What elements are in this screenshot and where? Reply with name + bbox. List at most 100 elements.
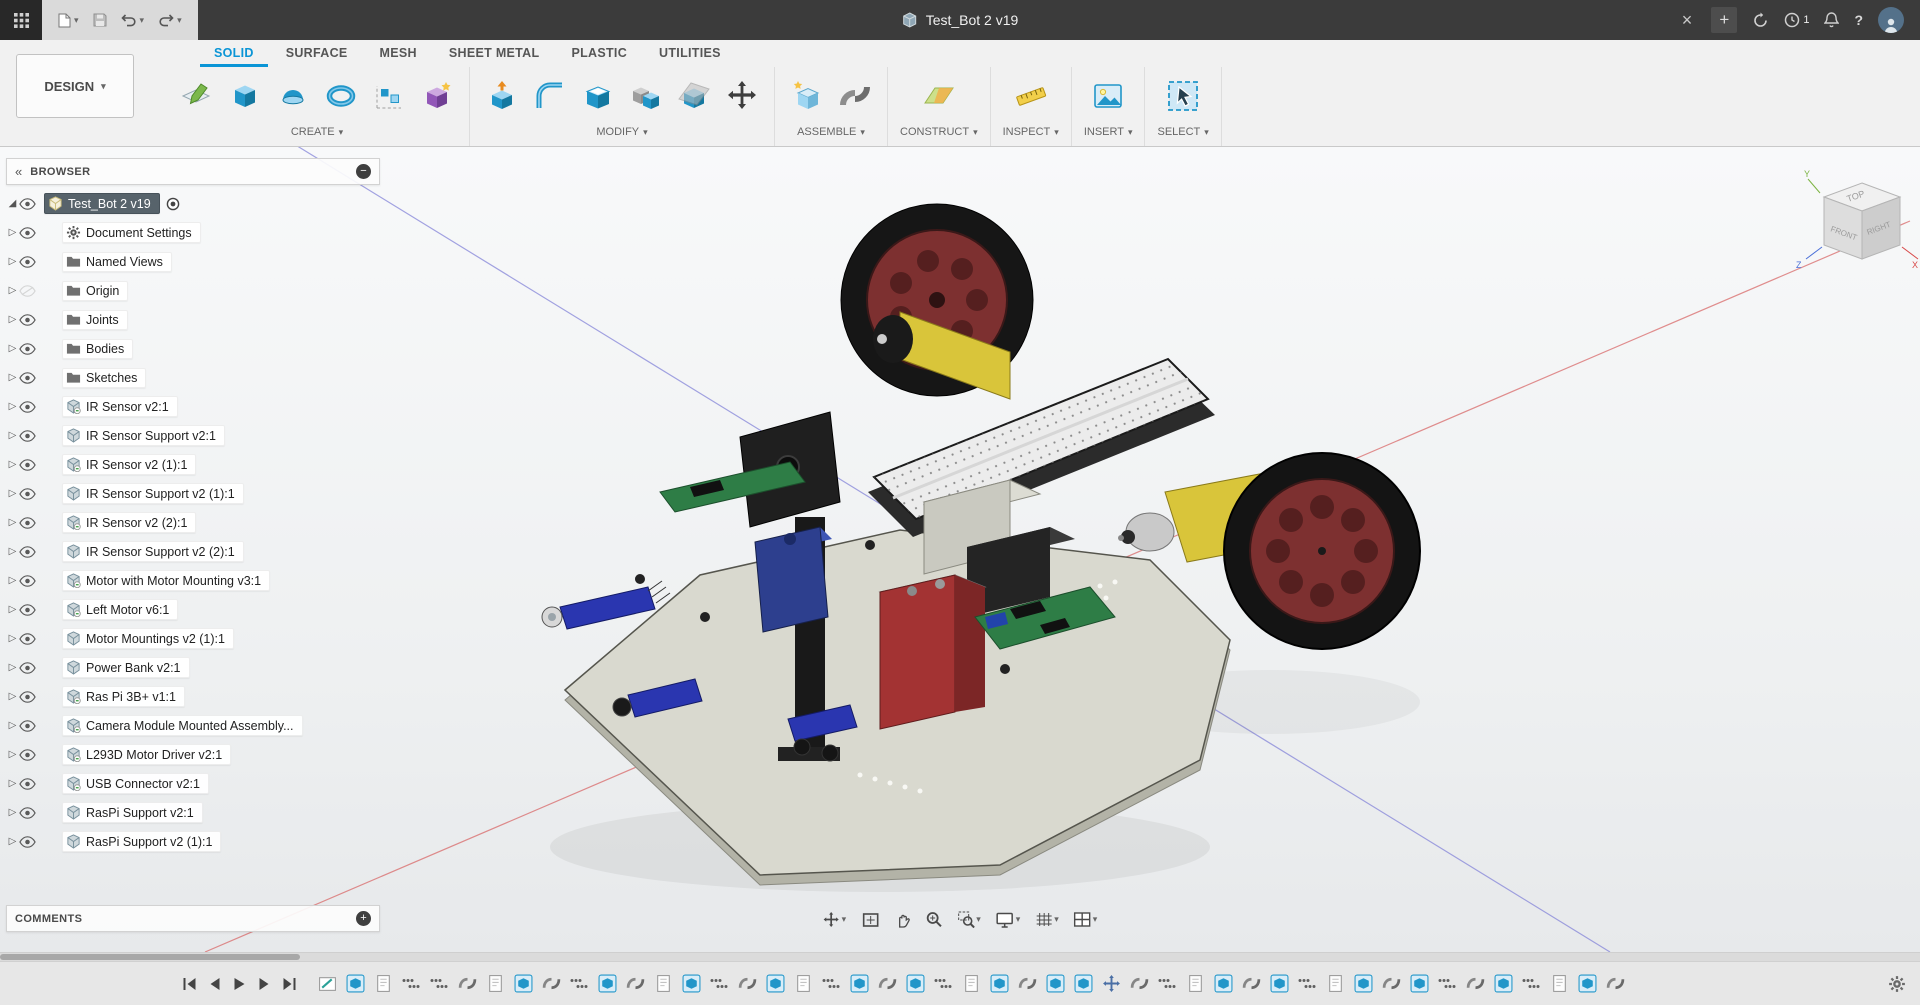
timeline-feature-component[interactable] bbox=[343, 970, 368, 998]
tab-mesh[interactable]: MESH bbox=[366, 41, 431, 67]
torus-button[interactable] bbox=[321, 74, 361, 118]
timeline-feature-page[interactable] bbox=[1183, 970, 1208, 998]
activate-component-radio[interactable] bbox=[166, 197, 180, 211]
timeline-feature-component[interactable] bbox=[763, 970, 788, 998]
expand-arrow-icon[interactable]: ▷ bbox=[6, 285, 19, 296]
visibility-eye-icon[interactable] bbox=[19, 430, 36, 442]
go-to-start-button[interactable] bbox=[178, 971, 201, 997]
timeline-feature-pattern[interactable] bbox=[1519, 970, 1544, 998]
job-status-button[interactable]: 1 bbox=[1784, 12, 1809, 28]
expand-arrow-icon[interactable]: ▷ bbox=[6, 401, 19, 412]
browser-item[interactable]: ▷Left Motor v6:1 bbox=[6, 595, 380, 624]
browser-item[interactable]: ▷RasPi Support v2 (1):1 bbox=[6, 827, 380, 856]
timeline-scrollbar[interactable] bbox=[0, 953, 1920, 962]
expand-arrow-icon[interactable]: ▷ bbox=[6, 720, 19, 731]
browser-item-label[interactable]: Left Motor v6:1 bbox=[86, 603, 169, 617]
timeline-scroll-thumb[interactable] bbox=[0, 954, 300, 960]
browser-item-label[interactable]: Motor with Motor Mounting v3:1 bbox=[86, 574, 261, 588]
measure-button[interactable] bbox=[1011, 74, 1051, 118]
visibility-eye-icon[interactable] bbox=[19, 372, 36, 384]
combine-button[interactable] bbox=[626, 74, 666, 118]
timeline-feature-joint[interactable] bbox=[1463, 970, 1488, 998]
expand-arrow-icon[interactable]: ▷ bbox=[6, 749, 19, 760]
timeline-feature-page[interactable] bbox=[651, 970, 676, 998]
timeline-feature-component[interactable] bbox=[1575, 970, 1600, 998]
expand-arrow-icon[interactable]: ▷ bbox=[6, 691, 19, 702]
timeline-feature-page[interactable] bbox=[371, 970, 396, 998]
browser-item-label[interactable]: IR Sensor v2 (2):1 bbox=[86, 516, 187, 530]
timeline-feature-joint[interactable] bbox=[455, 970, 480, 998]
create-sketch-button[interactable] bbox=[177, 74, 217, 118]
browser-item[interactable]: ▷ Motor Mountings v2 (1):1 bbox=[6, 624, 380, 653]
expand-arrow-icon[interactable]: ▷ bbox=[6, 459, 19, 470]
split-body-button[interactable] bbox=[674, 74, 714, 118]
timeline-feature-component[interactable] bbox=[847, 970, 872, 998]
browser-item[interactable]: ▷Origin bbox=[6, 276, 380, 305]
tab-sheet-metal[interactable]: SHEET METAL bbox=[435, 41, 554, 67]
browser-item[interactable]: ▷ Camera Module Mounted Assembly... bbox=[6, 711, 380, 740]
timeline-feature-page[interactable] bbox=[959, 970, 984, 998]
visibility-eye-icon[interactable] bbox=[19, 633, 36, 645]
select-group-dropdown[interactable]: SELECT▾ bbox=[1157, 124, 1208, 146]
move-copy-button[interactable] bbox=[722, 74, 762, 118]
expand-arrow-icon[interactable]: ▷ bbox=[6, 227, 19, 238]
expand-arrow-icon[interactable]: ▷ bbox=[6, 314, 19, 325]
timeline-feature-move[interactable] bbox=[1099, 970, 1124, 998]
browser-item-label[interactable]: RasPi Support v2:1 bbox=[86, 806, 194, 820]
create-form-button[interactable] bbox=[417, 74, 457, 118]
visibility-eye-icon[interactable] bbox=[19, 314, 36, 326]
visibility-eye-icon[interactable] bbox=[19, 546, 36, 558]
browser-item-label[interactable]: Ras Pi 3B+ v1:1 bbox=[86, 690, 176, 704]
minimize-browser-button[interactable]: − bbox=[356, 164, 371, 179]
redo-button[interactable]: ▾ bbox=[154, 9, 186, 31]
visibility-eye-icon[interactable] bbox=[19, 575, 36, 587]
browser-item-label[interactable]: Camera Module Mounted Assembly... bbox=[86, 719, 294, 733]
expand-arrow-icon[interactable]: ▷ bbox=[6, 633, 19, 644]
expand-arrow-icon[interactable]: ▷ bbox=[6, 778, 19, 789]
timeline-feature-component[interactable] bbox=[1043, 970, 1068, 998]
browser-item-label[interactable]: Motor Mountings v2 (1):1 bbox=[86, 632, 225, 646]
timeline-feature-sketch[interactable] bbox=[315, 970, 340, 998]
browser-item[interactable]: ▷Motor with Motor Mounting v3:1 bbox=[6, 566, 380, 595]
sync-status-icon[interactable] bbox=[1752, 12, 1769, 29]
timeline-feature-component[interactable] bbox=[1071, 970, 1096, 998]
timeline-settings-button[interactable] bbox=[1888, 975, 1910, 993]
browser-root-label[interactable]: Test_Bot 2 v19 bbox=[68, 197, 151, 211]
visibility-eye-icon[interactable] bbox=[19, 604, 36, 616]
press-pull-button[interactable] bbox=[482, 74, 522, 118]
browser-root-item[interactable]: ◢ Test_Bot 2 v19 bbox=[6, 189, 380, 218]
position-button[interactable]: ▾ bbox=[819, 908, 851, 931]
browser-item-label[interactable]: Sketches bbox=[86, 371, 137, 385]
tab-surface[interactable]: SURFACE bbox=[272, 41, 362, 67]
browser-item[interactable]: ▷Bodies bbox=[6, 334, 380, 363]
workspace-switcher[interactable]: DESIGN ▾ bbox=[16, 54, 134, 118]
zoom-button[interactable] bbox=[921, 908, 946, 931]
visibility-eye-icon[interactable] bbox=[19, 720, 36, 732]
construct-group-dropdown[interactable]: CONSTRUCT▾ bbox=[900, 124, 978, 146]
timeline-feature-pattern[interactable] bbox=[427, 970, 452, 998]
timeline-feature-component[interactable] bbox=[511, 970, 536, 998]
user-avatar[interactable] bbox=[1878, 7, 1904, 33]
expand-arrow-icon[interactable]: ▷ bbox=[6, 372, 19, 383]
timeline-feature-component[interactable] bbox=[1407, 970, 1432, 998]
visibility-eye-icon[interactable] bbox=[19, 459, 36, 471]
timeline-feature-joint[interactable] bbox=[1603, 970, 1628, 998]
tab-solid[interactable]: SOLID bbox=[200, 41, 268, 67]
browser-item[interactable]: ▷IR Sensor v2 (1):1 bbox=[6, 450, 380, 479]
browser-item-label[interactable]: L293D Motor Driver v2:1 bbox=[86, 748, 222, 762]
timeline-feature-component[interactable] bbox=[903, 970, 928, 998]
visibility-eye-icon[interactable] bbox=[19, 662, 36, 674]
close-tab-icon[interactable]: × bbox=[1678, 11, 1697, 29]
browser-item-label[interactable]: Power Bank v2:1 bbox=[86, 661, 181, 675]
visibility-eye-icon[interactable] bbox=[19, 749, 36, 761]
file-menu-button[interactable]: ▾ bbox=[54, 9, 83, 32]
timeline-feature-joint[interactable] bbox=[1015, 970, 1040, 998]
timeline-feature-component[interactable] bbox=[595, 970, 620, 998]
timeline-feature-pattern[interactable] bbox=[931, 970, 956, 998]
expand-arrow-icon[interactable]: ▷ bbox=[6, 836, 19, 847]
expand-arrow-icon[interactable]: ▷ bbox=[6, 517, 19, 528]
timeline-feature-pattern[interactable] bbox=[567, 970, 592, 998]
expand-arrow-icon[interactable]: ◢ bbox=[6, 198, 19, 209]
expand-arrow-icon[interactable]: ▷ bbox=[6, 662, 19, 673]
timeline-feature-joint[interactable] bbox=[539, 970, 564, 998]
